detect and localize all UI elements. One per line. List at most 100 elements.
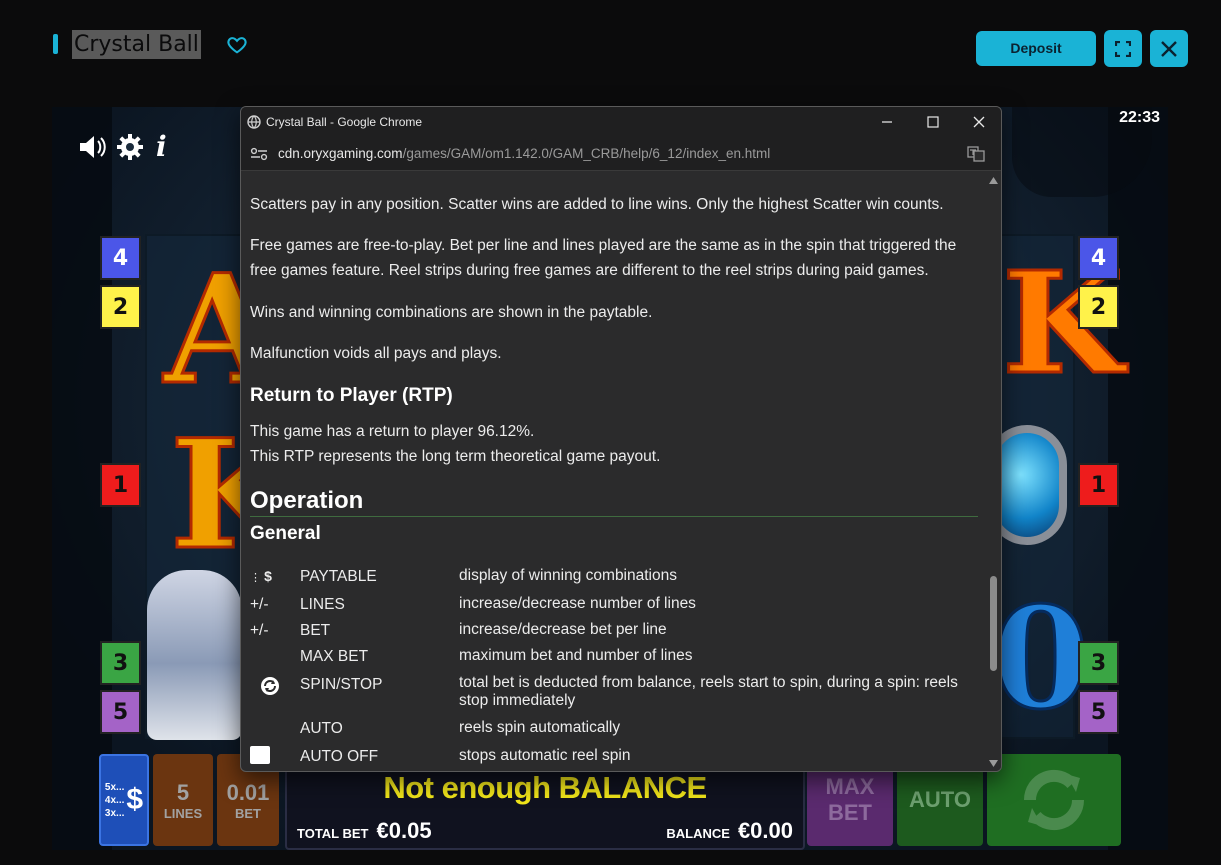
line-marker-right: 2 — [1078, 285, 1119, 329]
line-marker-left: 5 — [100, 690, 141, 734]
lines-value: 5 — [176, 779, 190, 805]
operation-row: MAX BET maximum bet and number of lines — [250, 644, 980, 668]
close-icon — [1161, 40, 1177, 57]
spin-icon — [261, 677, 279, 695]
operation-row: AUTO OFF stops automatic reel spin — [250, 744, 980, 768]
bet-label: BET — [235, 805, 261, 821]
scroll-thumb[interactable] — [990, 576, 997, 671]
operation-name: SPIN/STOP — [300, 676, 383, 693]
operation-row: ⋮ $ PAYTABLE display of winning combinat… — [250, 564, 980, 588]
operation-name: PAYTABLE — [300, 568, 377, 585]
operation-name: AUTO — [300, 720, 343, 737]
total-bet-value: €0.05 — [376, 818, 432, 843]
operation-row: SPIN/STOP total bet is deducted from bal… — [250, 672, 980, 714]
operation-desc: stops automatic reel spin — [459, 747, 631, 764]
operation-heading: Operation — [250, 487, 364, 514]
expand-icon — [1115, 40, 1131, 57]
bet-value: 0.01 — [226, 779, 270, 805]
paytable-button[interactable]: 5x... 4x... 3x... $ — [99, 754, 149, 846]
line-marker-left: 3 — [100, 641, 141, 685]
url-host: cdn.oryxgaming.com — [278, 146, 403, 161]
operation-name: MAX BET — [300, 648, 369, 665]
close-button[interactable] — [1150, 30, 1188, 67]
operation-desc: increase/decrease number of lines — [459, 595, 696, 612]
close-icon — [973, 116, 985, 128]
operation-name: AUTO OFF — [300, 748, 379, 765]
max-bet-label: MAX — [825, 774, 875, 799]
operation-desc: total bet is deducted from balance, reel… — [459, 674, 958, 709]
operation-desc: maximum bet and number of lines — [459, 647, 693, 664]
window-close-button[interactable] — [964, 112, 994, 132]
operation-row: +/- BET increase/decrease bet per line — [250, 618, 980, 642]
spin-button[interactable] — [987, 754, 1121, 846]
top-bar: Crystal Ball Deposit — [0, 0, 1221, 95]
gear-icon[interactable] — [116, 133, 144, 161]
heart-icon[interactable] — [226, 34, 248, 56]
operation-desc: display of winning combinations — [459, 567, 677, 584]
wizard-symbol — [147, 570, 242, 740]
auto-off-icon — [250, 746, 270, 764]
speaker-icon[interactable] — [78, 134, 108, 160]
lines-button[interactable]: 5 LINES — [153, 754, 213, 846]
rtp-heading: Return to Player (RTP) — [250, 385, 453, 406]
paragraph-wins: Wins and winning combinations are shown … — [250, 304, 653, 321]
popup-title: Crystal Ball - Google Chrome — [266, 115, 423, 129]
address-bar[interactable]: cdn.oryxgaming.com/games/GAM/om1.142.0/G… — [241, 137, 1001, 171]
paragraph-free-games: Free games are free-to-play. Bet per lin… — [250, 237, 957, 279]
total-bet-label: TOTAL BET — [297, 826, 369, 841]
plus-minus-icon: +/- — [250, 596, 269, 613]
paytable-line: 4x... — [104, 794, 125, 806]
operation-desc: increase/decrease bet per line — [459, 621, 667, 638]
rtp-text-1: This game has a return to player 96.12%. — [250, 423, 535, 440]
paytable-line: 5x... — [104, 781, 125, 793]
help-content: Scatters pay in any position. Scatter wi… — [241, 171, 986, 771]
minimize-button[interactable] — [872, 112, 902, 132]
scroll-up-icon[interactable] — [989, 177, 998, 184]
operation-name: BET — [300, 622, 331, 639]
line-marker-left: 2 — [100, 285, 141, 329]
general-heading: General — [250, 523, 321, 544]
line-marker-left: 4 — [100, 236, 141, 280]
operation-desc: reels spin automatically — [459, 719, 621, 736]
paytable-icon: ⋮ $ — [250, 568, 272, 584]
site-settings-icon[interactable] — [250, 147, 268, 161]
line-marker-right: 3 — [1078, 641, 1119, 685]
translate-icon[interactable] — [967, 146, 985, 162]
game-top-icons: i — [78, 133, 167, 161]
line-marker-right: 5 — [1078, 690, 1119, 734]
clock: 22:33 — [1119, 109, 1160, 126]
spin-icon — [1023, 769, 1085, 831]
popup-titlebar[interactable]: Crystal Ball - Google Chrome — [241, 107, 1001, 137]
paragraph-malfunction: Malfunction voids all pays and plays. — [250, 345, 502, 362]
globe-icon — [247, 115, 261, 129]
operation-row: AUTO reels spin automatically — [250, 716, 980, 740]
symbol-o: 0 — [990, 576, 1090, 743]
line-marker-left: 1 — [100, 463, 141, 507]
title-accent — [53, 34, 58, 54]
dollar-icon: $ — [126, 783, 144, 816]
fullscreen-button[interactable] — [1104, 30, 1142, 67]
operation-row: +/- LINES increase/decrease number of li… — [250, 592, 980, 616]
operation-name: LINES — [300, 596, 345, 613]
plus-minus-icon: +/- — [250, 622, 269, 639]
section-divider — [250, 516, 978, 517]
help-popup-window[interactable]: Crystal Ball - Google Chrome cdn.oryxgam… — [240, 106, 1002, 772]
maximize-icon — [927, 116, 939, 128]
rtp-text-2: This RTP represents the long term theore… — [250, 448, 661, 465]
scroll-down-icon[interactable] — [989, 760, 998, 767]
lines-label: LINES — [163, 805, 203, 821]
game-title: Crystal Ball — [72, 30, 201, 59]
popup-scrollbar[interactable] — [985, 171, 1001, 771]
minimize-icon — [882, 121, 892, 123]
url-path: /games/GAM/om1.142.0/GAM_CRB/help/6_12/i… — [402, 146, 771, 161]
line-marker-right: 4 — [1078, 236, 1119, 280]
info-icon[interactable]: i — [152, 133, 167, 161]
paytable-line: 3x... — [104, 807, 125, 819]
line-marker-right: 1 — [1078, 463, 1119, 507]
paragraph-scatters: Scatters pay in any position. Scatter wi… — [250, 196, 944, 213]
deposit-button[interactable]: Deposit — [976, 31, 1096, 66]
balance-message: Not enough BALANCE — [383, 770, 707, 805]
max-bet-label: BET — [828, 800, 872, 825]
maximize-button[interactable] — [918, 112, 948, 132]
url-text[interactable]: cdn.oryxgaming.com/games/GAM/om1.142.0/G… — [278, 146, 770, 161]
